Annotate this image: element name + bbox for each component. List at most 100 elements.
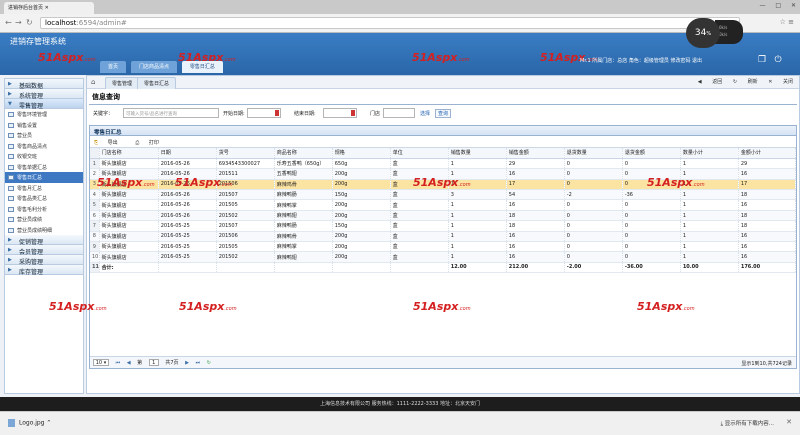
sidebar-section-promotion[interactable]: ▶ 促销管理 [5,235,83,246]
first-page-icon[interactable]: ⏮ [116,360,121,366]
column-header[interactable]: 日期 [158,148,217,159]
column-header[interactable]: 金额小计 [738,148,797,159]
close-download-bar-icon[interactable]: ✕ [786,418,792,426]
sidebar-item[interactable]: 零售毛利分析 [5,204,83,215]
power-icon[interactable]: ⏻ [772,55,784,67]
show-all-downloads-link[interactable]: ⤓ 显示所有下载内容... [721,419,774,428]
forward-icon[interactable]: → [15,18,22,27]
print-button[interactable]: ⎙ 打印 [135,140,167,146]
sidebar-item[interactable]: 收银交班 [5,151,83,162]
module-tab-inventory-count[interactable]: 门店商品清点 [130,61,177,73]
keyword-input[interactable]: 可输入货号/品名进行查询 [123,108,219,118]
sidebar-item[interactable]: 零售月汇总 [5,183,83,194]
table-cell: 150g [332,189,391,201]
next-page-icon[interactable]: ▶ [185,360,189,366]
table-row[interactable]: 4 街头旗舰店 2016-05-26 201507 麻辣鸭肠 150g 盒 3 54 -2 -36 1… [90,189,797,201]
column-header[interactable]: 数量小计 [680,148,739,159]
sidebar-item-label: 营业员 [17,133,33,139]
back-icon[interactable]: ← [5,18,12,27]
start-date-input[interactable] [247,108,281,118]
sidebar-item[interactable]: 销售设置 [5,120,83,131]
store-input[interactable] [383,108,415,118]
user-info[interactable]: Mr.1 所属门店：总店 角色：超级管理员 修改密码 退出 [580,57,702,64]
last-page-icon[interactable]: ⏭ [196,360,201,366]
table-row[interactable]: 10 街头旗舰店 2016-05-25 201502 麻辣鸭翅 200g 盒 1 16 0 0 1 16 [90,251,797,263]
close-tab-button[interactable]: ✕ 关闭 [768,79,793,85]
column-header[interactable]: 商品名称 [274,148,333,159]
summary-row: 11 合计: 12.00 212.00 -2.00 -36.00 10.00 1… [90,262,797,274]
star-icon[interactable]: ☆ [780,18,786,26]
expand-icon: ▶ [8,257,12,263]
module-tab-daily-summary[interactable]: 零售日汇总 [181,61,223,73]
table-cell: 0 [622,241,681,253]
menu-icon[interactable]: ≡ [788,18,794,26]
end-date-input[interactable] [323,108,357,118]
maximize-icon[interactable]: □ [775,2,781,9]
download-item[interactable]: Logo.jpg ⌃ [8,419,51,427]
column-header[interactable]: 货号 [216,148,275,159]
minimize-icon[interactable]: — [759,2,765,9]
sidebar-item[interactable]: 营业员成绩 [5,214,83,225]
sidebar-item-daily-summary[interactable]: 零售日汇总 [5,172,83,183]
export-button[interactable]: ⎘ 导出 [94,140,126,146]
column-header[interactable]: 退货金额 [622,148,681,159]
document-icon [8,122,14,128]
column-header[interactable]: 销售数量 [448,148,507,159]
sidebar-section-system[interactable]: ▶ 系统管理 [5,89,83,100]
refresh-button[interactable]: ↻ 刷新 [733,79,758,85]
table-body: 1 街头旗舰店 2016-05-26 6934543300027 乐寿五香鸭（650g）… [90,158,797,263]
sidebar-item[interactable]: 零售单据汇总 [5,162,83,173]
sidebar-section-stock[interactable]: ▶ 库存管理 [5,265,83,276]
sidebar-item-label: 营业员成绩 [17,217,43,223]
table-row[interactable]: 5 街头旗舰店 2016-05-26 201505 麻辣鸭掌 200g 盒 1 16 0 0 1 16 [90,199,797,211]
table-row[interactable]: 8 街头旗舰店 2016-05-25 201506 麻辣鸭骨 200g 盒 1 16 0 0 1 16 [90,231,797,243]
home-icon[interactable]: ⌂ [91,78,95,86]
app-header: 进销存管理系统 51Aspx.com 51Aspx.com 51Aspx.com… [0,33,800,75]
column-header[interactable]: 门店名称 [99,148,159,159]
browser-tab[interactable]: 进销存后台首页 ✕ [4,2,94,14]
search-button[interactable]: 查询 [435,109,452,118]
refresh-grid-icon[interactable]: ↻ [207,360,211,366]
sidebar-section-retail[interactable]: ▼ 零售管理 [5,99,83,110]
document-icon [8,196,14,201]
table-cell: 17 [738,179,797,191]
select-store-button[interactable]: 选择 [420,110,430,117]
table-cell: 1 [680,158,739,170]
current-page-input[interactable]: 1 [148,359,159,366]
table-row[interactable]: 1 街头旗舰店 2016-05-26 6934543300027 乐寿五香鸭（650g）… [90,158,797,170]
show-all-label: 显示所有下载内容... [724,421,774,427]
url-input[interactable]: localhost:6594/admin# [40,17,740,29]
sidebar-item[interactable]: 营业员 [5,130,83,141]
speed-unit: % [706,31,712,37]
back-button[interactable]: ◀ 返回 [698,79,722,85]
column-header[interactable]: 退货数量 [564,148,623,159]
module-tab-home[interactable]: 首页 [100,61,127,73]
sidebar-item[interactable]: 营业员成绩明细 [5,225,83,236]
table-cell: 1 [680,210,739,222]
calendar-icon[interactable] [275,110,279,116]
table-cell: 街头旗舰店 [99,199,159,211]
column-header[interactable]: 单位 [390,148,449,159]
page-tab-retail[interactable]: 零售管理 [105,77,140,89]
close-window-icon[interactable]: ✕ [791,2,796,9]
table-row[interactable]: 7 街头旗舰店 2016-05-25 201507 麻辣鸭肠 150g 盒 1 18 0 0 1 18 [90,220,797,232]
calendar-icon[interactable] [351,110,355,116]
chevron-up-icon[interactable]: ⌃ [46,420,51,427]
page-size-select[interactable]: 10 ▾ [93,359,109,366]
sidebar-section-member[interactable]: ▶ 会员管理 [5,245,83,256]
copy-icon[interactable]: ❐ [756,55,768,67]
row-number: 6 [90,210,100,222]
sidebar-item[interactable]: 零售商品清点 [5,141,83,152]
sidebar-section-basic-data[interactable]: ▶ 基础数据 [5,79,83,90]
column-header[interactable]: 规格 [332,148,391,159]
sidebar-item[interactable]: 零售环境管理 [5,109,83,120]
sidebar-item[interactable]: 零售品类汇总 [5,193,83,204]
column-header[interactable]: 销售金额 [506,148,565,159]
table-row[interactable]: 6 街头旗舰店 2016-05-26 201502 麻辣鸭翅 200g 盒 1 18 0 0 1 18 [90,210,797,222]
prev-page-icon[interactable]: ◀ [127,360,131,366]
table-row[interactable]: 9 街头旗舰店 2016-05-25 201505 麻辣鸭掌 200g 盒 1 16 0 0 1 16 [90,241,797,253]
reload-icon[interactable]: ↻ [26,18,33,27]
sidebar-section-purchase[interactable]: ▶ 采购管理 [5,255,83,266]
browser-tab-title: 进销存后台首页 [8,5,44,11]
page-tab-daily-summary[interactable]: 零售日汇总 [137,77,177,89]
